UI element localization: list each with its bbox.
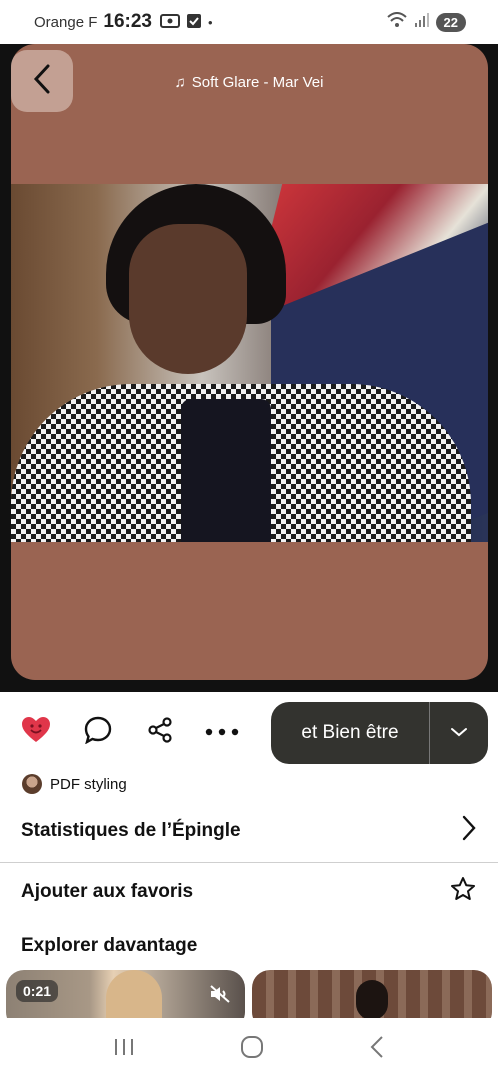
thumb-figure bbox=[356, 980, 388, 1018]
board-dropdown-button[interactable] bbox=[430, 724, 488, 742]
star-icon bbox=[450, 876, 476, 908]
thumb-figure bbox=[106, 970, 162, 1018]
add-to-favorites-row[interactable]: Ajouter aux favoris bbox=[0, 870, 498, 914]
dark-shirt bbox=[181, 399, 271, 542]
like-button[interactable] bbox=[16, 712, 56, 752]
recent-apps-button[interactable] bbox=[113, 1037, 135, 1062]
comment-icon bbox=[84, 716, 112, 749]
explore-pin-2[interactable] bbox=[252, 970, 492, 1018]
more-options-button[interactable] bbox=[202, 712, 242, 752]
share-icon bbox=[146, 716, 174, 749]
author-name: PDF styling bbox=[50, 775, 127, 793]
video-duration: 0:21 bbox=[16, 980, 59, 1002]
chevron-down-icon bbox=[450, 724, 468, 742]
save-to-board-button[interactable]: et Bien être bbox=[271, 702, 488, 764]
status-bar: Orange F 16:23 • 22 bbox=[0, 0, 498, 44]
explore-grid: 0:21 bbox=[0, 970, 498, 1018]
share-button[interactable] bbox=[140, 712, 180, 752]
more-dots-icon bbox=[205, 723, 239, 741]
clock: 16:23 bbox=[103, 11, 152, 32]
dot-icon: • bbox=[207, 14, 213, 30]
explore-title: Explorer davantage bbox=[21, 935, 198, 956]
system-back-button[interactable] bbox=[369, 1035, 385, 1064]
battery-indicator: 22 bbox=[435, 13, 466, 32]
system-nav-bar bbox=[0, 1018, 498, 1080]
divider bbox=[0, 862, 498, 863]
home-button[interactable] bbox=[240, 1035, 264, 1064]
comment-button[interactable] bbox=[78, 712, 118, 752]
explore-pin-1[interactable]: 0:21 bbox=[6, 970, 245, 1018]
music-note-icon: ♫ bbox=[174, 74, 186, 91]
favorites-label: Ajouter aux favoris bbox=[21, 881, 194, 902]
music-track: Soft Glare - Mar Vei bbox=[191, 74, 324, 91]
action-row: et Bien être bbox=[0, 700, 498, 766]
signal-icon bbox=[414, 12, 430, 33]
music-label[interactable]: ♫ Soft Glare - Mar Vei bbox=[0, 74, 498, 91]
board-label: et Bien être bbox=[301, 722, 399, 743]
screenshot-icon bbox=[159, 13, 180, 32]
wifi-icon bbox=[386, 12, 408, 33]
muted-icon[interactable] bbox=[209, 984, 231, 1009]
pin-media[interactable] bbox=[11, 44, 488, 680]
author-row[interactable]: PDF styling bbox=[22, 774, 127, 794]
check-icon bbox=[186, 13, 202, 32]
heart-icon bbox=[21, 716, 51, 749]
pin-stats-row[interactable]: Statistiques de l’Épingle bbox=[0, 808, 498, 854]
face bbox=[129, 224, 247, 374]
media-frame: ♫ Soft Glare - Mar Vei bbox=[0, 44, 498, 692]
pin-photo[interactable] bbox=[11, 184, 488, 542]
pin-stats-label: Statistiques de l’Épingle bbox=[21, 820, 241, 841]
carrier-label: Orange F bbox=[34, 13, 98, 31]
avatar bbox=[22, 774, 42, 794]
chevron-right-icon bbox=[462, 815, 476, 847]
